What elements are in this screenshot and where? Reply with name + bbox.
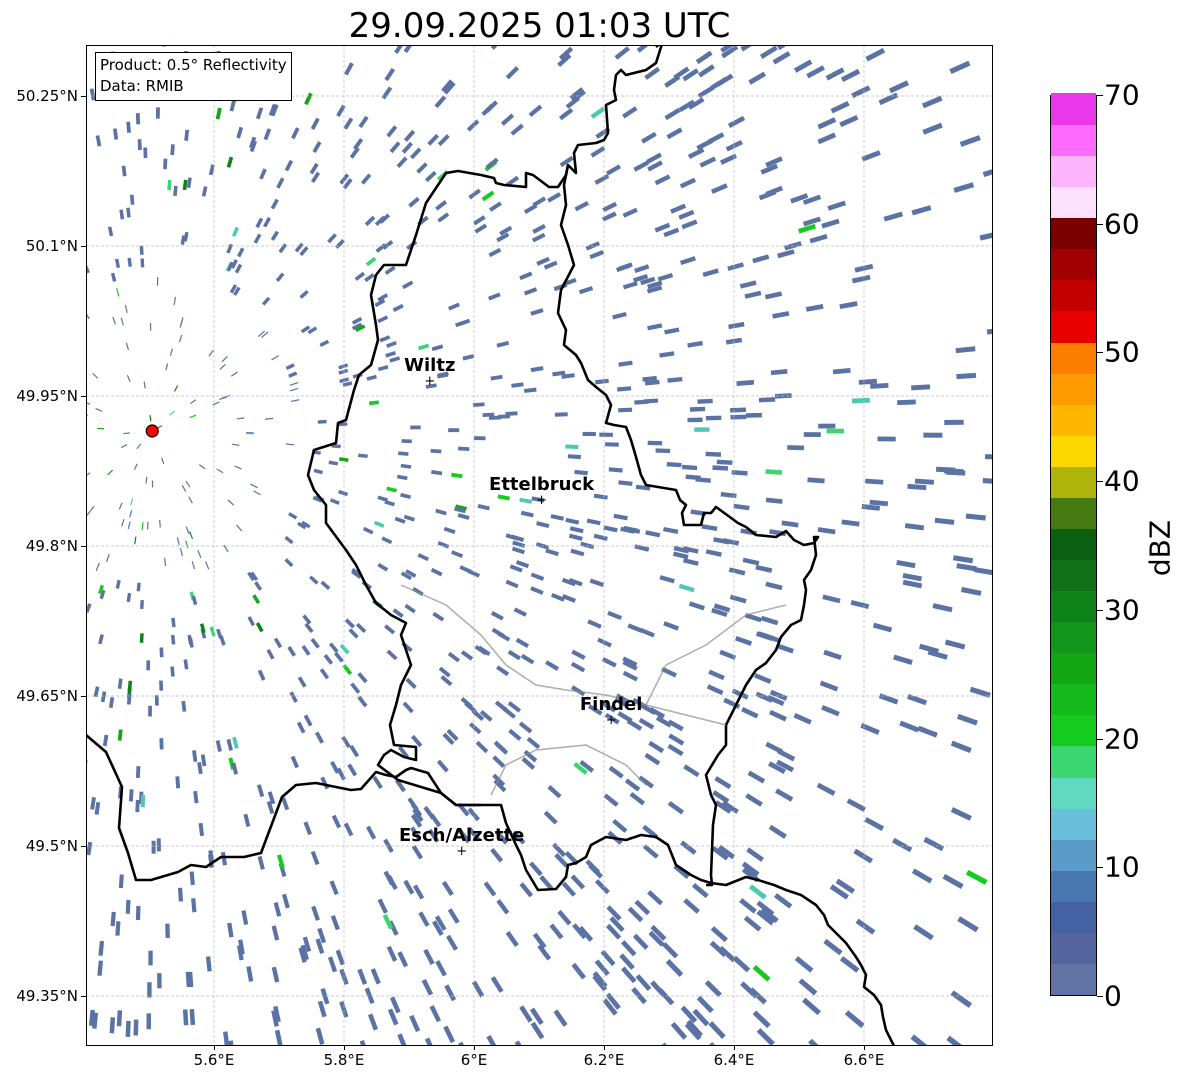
city-label: Esch/Alzette: [399, 825, 524, 846]
radar-site-dot: [145, 424, 159, 438]
x-tick-mark: [864, 1045, 865, 1050]
colorbar-segment: [1051, 901, 1096, 933]
colorbar-segment: [1051, 435, 1096, 467]
colorbar-segment: [1051, 870, 1096, 902]
x-tick-label: 6.4°E: [713, 1051, 755, 1069]
colorbar-tick-mark: [1097, 996, 1103, 997]
colorbar-tick-mark: [1097, 95, 1103, 96]
chart-title: 29.09.2025 01:03 UTC: [348, 6, 731, 46]
colorbar-segment: [1051, 155, 1096, 188]
city-label: Wiltz: [404, 355, 455, 376]
radar-site-marker: [145, 424, 159, 438]
radar-map[interactable]: + Wiltz + Ettelbruck + Findel + Esch/Alzette: [86, 45, 993, 1046]
y-tick-label: 50.25°N: [16, 87, 78, 105]
y-tick-label: 50.1°N: [25, 237, 78, 255]
colorbar-segment: [1051, 776, 1096, 809]
luxembourg-east-border: [556, 164, 820, 887]
y-tick-label: 49.95°N: [16, 387, 78, 405]
canton-boundaries: [400, 584, 787, 796]
colorbar-segment: [1051, 932, 1096, 964]
colorbar: [1050, 93, 1097, 996]
colorbar-tick-mark: [1097, 609, 1103, 611]
y-tick-label: 49.65°N: [16, 687, 78, 705]
colorbar-segment: [1051, 559, 1096, 592]
y-tick-mark: [81, 96, 86, 97]
luxembourg-south-border: [481, 803, 712, 892]
colorbar-segment: [1051, 466, 1096, 498]
x-tick-label: 6.6°E: [843, 1051, 885, 1069]
colorbar-segment: [1051, 341, 1096, 374]
colorbar-tick-label: 60: [1104, 207, 1140, 241]
colorbar-segment: [1051, 93, 1096, 126]
city-label: Ettelbruck: [489, 474, 595, 495]
colorbar-segment: [1051, 683, 1096, 716]
y-tick-mark: [81, 696, 86, 697]
city-marker-icon: +: [536, 493, 547, 508]
x-tick-label: 5.8°E: [323, 1051, 365, 1069]
reflectivity-echoes: [86, 45, 993, 1046]
colorbar-segment: [1051, 217, 1096, 250]
colorbar-tick-label: 40: [1104, 464, 1140, 498]
product-info-box: Product: 0.5° Reflectivity Data: RMIB: [95, 52, 292, 101]
colorbar-label: dBZ: [1143, 519, 1177, 577]
colorbar-tick-mark: [1097, 738, 1103, 740]
colorbar-segment: [1051, 310, 1096, 343]
x-tick-mark: [344, 1045, 345, 1050]
y-tick-mark: [81, 996, 86, 997]
x-tick-mark: [734, 1045, 735, 1050]
colorbar-tick-mark: [1097, 481, 1103, 483]
belgium-luxembourg-border: [86, 734, 481, 882]
colorbar-segment: [1051, 652, 1096, 685]
colorbar-tick-label: 30: [1104, 593, 1140, 627]
x-tick-label: 6.2°E: [583, 1051, 625, 1069]
colorbar-segment: [1051, 808, 1096, 840]
colorbar-segment: [1051, 621, 1096, 654]
x-tick-mark: [214, 1045, 215, 1050]
city-label: Findel: [580, 694, 643, 715]
colorbar-segment: [1051, 186, 1096, 219]
colorbar-segment: [1051, 839, 1096, 871]
colorbar-segment: [1051, 404, 1096, 436]
x-tick-mark: [474, 1045, 475, 1050]
x-tick-label: 6°E: [460, 1051, 488, 1069]
colorbar-segment: [1051, 279, 1096, 312]
colorbar-segment: [1051, 963, 1096, 995]
y-tick-mark: [81, 546, 86, 547]
colorbar-tick-mark: [1097, 352, 1103, 354]
colorbar-tick-label: 70: [1104, 78, 1140, 112]
radar-map-canvas: +Wiltz+Ettelbruck+Findel+Esch/Alzette: [86, 45, 993, 1046]
x-tick-label: 5.6°E: [193, 1051, 235, 1069]
product-label: Product: 0.5° Reflectivity: [100, 56, 287, 74]
y-tick-label: 49.8°N: [25, 537, 78, 555]
colorbar-tick-mark: [1097, 223, 1103, 225]
y-tick-label: 49.5°N: [25, 837, 78, 855]
city-wiltz: +Wiltz: [404, 355, 455, 389]
city-marker-icon: +: [424, 374, 435, 389]
colorbar-segment: [1051, 714, 1096, 747]
city-marker-icon: +: [606, 713, 617, 728]
y-tick-mark: [81, 396, 86, 397]
y-tick-mark: [81, 846, 86, 847]
colorbar-segment: [1051, 497, 1096, 529]
colorbar-tick-label: 10: [1104, 850, 1140, 884]
colorbar-tick-label: 20: [1104, 722, 1140, 756]
colorbar-tick-label: 0: [1104, 979, 1122, 1013]
colorbar-segment: [1051, 745, 1096, 778]
data-source-label: Data: RMIB: [100, 77, 184, 95]
colorbar-segment: [1051, 373, 1096, 405]
colorbar-tick-mark: [1097, 867, 1103, 869]
city-marker-icon: +: [456, 844, 467, 859]
colorbar-tick-label: 50: [1104, 335, 1140, 369]
colorbar-segment: [1051, 528, 1096, 561]
colorbar-segment: [1051, 248, 1096, 281]
y-tick-mark: [81, 246, 86, 247]
city-ettelbruck: +Ettelbruck: [489, 474, 595, 508]
colorbar-segment: [1051, 590, 1096, 623]
y-tick-label: 49.35°N: [16, 987, 78, 1005]
colorbar-segment: [1051, 124, 1096, 157]
x-tick-mark: [604, 1045, 605, 1050]
